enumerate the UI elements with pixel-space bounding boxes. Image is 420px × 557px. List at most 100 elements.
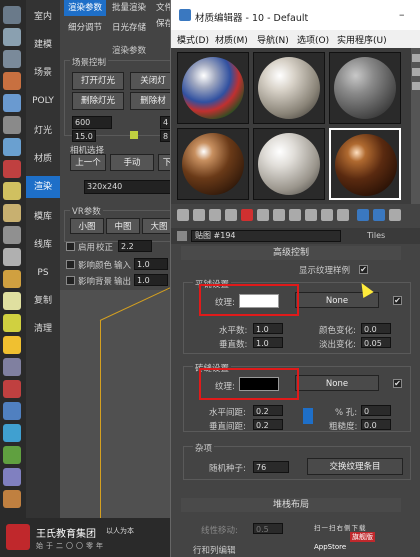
category-tab-modeling[interactable]: 建模 [26,34,60,56]
advanced-control-header[interactable]: 高级控制 [181,246,401,260]
put-to-scene-icon[interactable] [193,209,205,221]
tool-icon-19[interactable] [3,402,21,420]
sun-icon[interactable] [3,336,21,354]
category-tab-light[interactable]: 灯光 [26,120,60,142]
tool-icon-9[interactable] [3,182,21,200]
copy-material-icon[interactable] [257,209,269,221]
tool-icon-18[interactable] [3,380,21,398]
tool-icon-2[interactable] [3,28,21,46]
horizontal-count-field[interactable]: 1.0 [253,323,283,334]
tool-icon-4[interactable] [3,72,21,90]
material-id-icon[interactable] [305,209,317,221]
tool-icon-10[interactable] [3,204,21,222]
category-tab-poly[interactable]: POLY [26,90,60,112]
tool-icon-6[interactable] [3,116,21,134]
fade-variance-field[interactable]: 0.05 [361,337,391,348]
minimize-icon[interactable]: – [399,8,405,21]
material-slot-6-selected[interactable] [329,128,401,200]
category-tab-render[interactable]: 渲染 [26,176,60,198]
backlight-icon[interactable] [412,68,420,76]
tab-sunlight-storage[interactable]: 日光存储 [108,20,150,36]
show-texture-swatches-checkbox[interactable]: ✔ [359,265,368,274]
tool-icon-14[interactable] [3,292,21,310]
small-image-button[interactable]: 小图 [70,218,104,234]
tool-icon-7[interactable] [3,138,21,156]
tool-icon-8[interactable] [3,160,21,178]
enable-checkbox[interactable] [66,242,75,251]
param-field-1[interactable]: 600 [72,116,112,129]
material-slot-2[interactable] [253,52,325,124]
stack-layout-header[interactable]: 堆栈布局 [181,498,401,512]
menu-material[interactable]: 材质(M) [215,33,248,46]
menu-navigation[interactable]: 导航(N) [257,33,289,46]
roughness-field[interactable]: 0.0 [361,419,391,430]
color-variance-field[interactable]: 0.0 [361,323,391,334]
vertical-count-field[interactable]: 1.0 [253,337,283,348]
line-shift-field[interactable]: 0.5 [253,523,283,534]
select-by-material-icon[interactable] [389,209,401,221]
affect-color-checkbox[interactable] [66,260,75,269]
tab-batch-render[interactable]: 批量渲染 [108,0,150,16]
param-field-3[interactable]: 15.0 [72,130,96,142]
tab-subdivision[interactable]: 细分调节 [64,20,106,36]
tool-icon-20[interactable] [3,424,21,442]
get-material-icon[interactable] [177,209,189,221]
menu-utilities[interactable]: 实用程序(U) [337,33,387,46]
sample-type-icon[interactable] [412,54,420,62]
swap-texture-button[interactable]: 交换纹理条目 [307,458,403,475]
category-tab-interior[interactable]: 室内 [26,6,60,28]
menu-options[interactable]: 选项(O) [297,33,329,46]
tool-icon-11[interactable] [3,226,21,244]
category-tab-material[interactable]: 材质 [26,148,60,170]
material-slot-4[interactable] [177,128,249,200]
material-slot-1[interactable] [177,52,249,124]
tool-icon-13[interactable] [3,270,21,288]
category-tab-scene[interactable]: 场景 [26,62,60,84]
tool-icon-22[interactable] [3,468,21,486]
open-lights-button[interactable]: 打开灯光 [72,72,124,90]
grout-map-button[interactable]: None [295,375,379,391]
assign-to-selection-icon[interactable] [209,209,221,221]
tool-icon-3[interactable] [3,50,21,68]
vertical-gap-field[interactable]: 0.2 [253,419,283,430]
category-tab-line-library[interactable]: 线库 [26,234,60,256]
go-forward-icon[interactable] [373,209,385,221]
map-type-button[interactable]: Tiles [367,231,385,240]
material-slot-5[interactable] [253,128,325,200]
output-field[interactable]: 1.0 [134,274,168,286]
grout-map-checkbox[interactable]: ✔ [393,379,402,388]
viewport[interactable] [60,286,180,557]
tile-map-checkbox[interactable]: ✔ [393,296,402,305]
put-to-library-icon[interactable] [289,209,301,221]
random-seed-field[interactable]: 76 [253,461,289,473]
lock-gap-icon[interactable] [303,408,313,424]
reset-map-icon[interactable] [225,209,237,221]
go-to-parent-icon[interactable] [357,209,369,221]
tool-icon-12[interactable] [3,248,21,266]
category-tab-ps[interactable]: PS [26,262,60,284]
resolution-field[interactable]: 320x240 [84,180,176,194]
tab-render-params[interactable]: 渲染参数 [64,0,107,16]
delete-icon[interactable] [241,209,253,221]
unique-icon[interactable] [273,209,285,221]
tool-icon-15[interactable] [3,314,21,332]
category-tab-copy[interactable]: 复制 [26,290,60,312]
tool-icon-21[interactable] [3,446,21,464]
calibration-field[interactable]: 2.2 [118,240,152,252]
manual-camera-button[interactable]: 手动 [110,154,154,171]
input-field[interactable]: 1.0 [134,258,168,270]
category-tab-cleanup[interactable]: 清理 [26,318,60,340]
prev-camera-button[interactable]: 上一个 [70,154,106,171]
show-map-icon[interactable] [321,209,333,221]
horizontal-gap-field[interactable]: 0.2 [253,405,283,416]
material-editor-titlebar[interactable]: 材质编辑器 - 10 - Default – [171,0,420,30]
tool-icon-23[interactable] [3,490,21,508]
tool-icon-17[interactable] [3,358,21,376]
delete-lights-button[interactable]: 删除灯光 [72,92,124,110]
background-icon[interactable] [412,82,420,90]
material-name-field[interactable]: 贴图 #194 [191,230,341,242]
show-end-result-icon[interactable] [337,209,349,221]
affect-bg-checkbox[interactable] [66,276,75,285]
eyedropper-icon[interactable] [177,231,187,241]
menu-mode[interactable]: 模式(D) [177,33,209,46]
